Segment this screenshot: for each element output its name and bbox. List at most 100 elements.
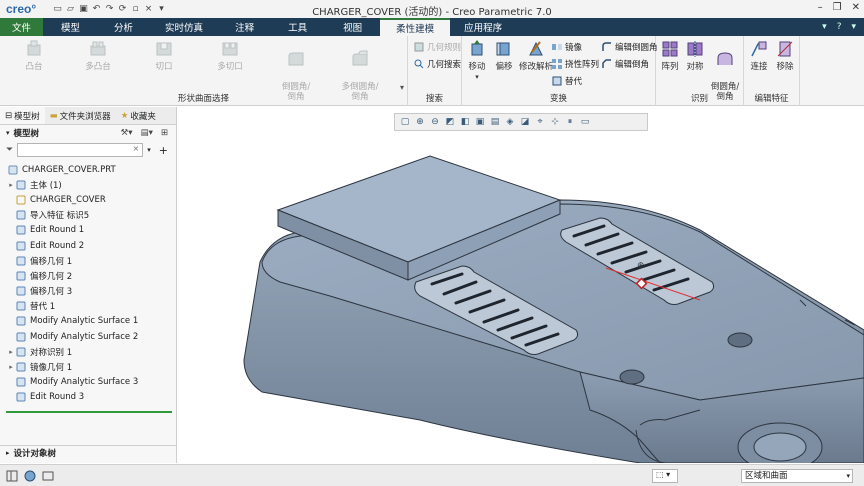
remove-button[interactable]: 移除 — [772, 40, 798, 72]
tree-item[interactable]: Modify Analytic Surface 1 — [0, 314, 176, 329]
tree-item[interactable]: Modify Analytic Surface 2 — [0, 329, 176, 344]
modify-analytic-button[interactable]: 修改解析 — [516, 40, 556, 72]
multi-boss-icon — [89, 40, 107, 58]
tree-item[interactable]: CHARGER_COVER.PRT — [0, 162, 176, 177]
redo-icon[interactable]: ↷ — [104, 4, 115, 15]
tree-item[interactable]: ▸ 镜像几何 1 — [0, 359, 176, 374]
move-icon — [468, 40, 486, 58]
regenerate-icon[interactable]: ⟳ — [117, 4, 128, 15]
shape-surface-selection-group: 凸台 多凸台 切口 多切口 倒圆角/ 倒角 多倒圆角/ 倒角 形状曲面选择 ▾ — [0, 36, 408, 106]
tab-view[interactable]: 视图 — [325, 18, 380, 36]
tab-flexible-modeling[interactable]: 柔性建模 — [380, 18, 451, 36]
tree-item[interactable]: ▸ 对称识别 1 — [0, 344, 176, 359]
tab-annotate[interactable]: 注释 — [219, 18, 270, 36]
close-icon[interactable]: ✕ — [852, 2, 860, 13]
geometry-search-button[interactable]: 几何搜索 — [414, 57, 461, 70]
move-button[interactable]: 移动 ▾ — [462, 40, 492, 82]
design-object-tree[interactable]: ▸ 设计对象树 — [0, 445, 177, 459]
pattern-recognition-button[interactable]: 阵列 — [656, 40, 684, 72]
mirror-button[interactable]: 镜像 — [552, 40, 582, 53]
navigator-toggle-icon[interactable] — [6, 470, 18, 482]
multi-cut-button[interactable]: 多切口 — [210, 40, 250, 72]
cut-button[interactable]: 切口 — [144, 40, 184, 72]
expand-arrow-icon[interactable]: ▸ — [6, 181, 16, 189]
pattern-recognition-icon — [661, 40, 679, 58]
tab-model-tree[interactable]: ⊟ 模型树 — [0, 107, 45, 124]
selection-filter[interactable]: 区域和曲面 ▾ — [741, 469, 853, 483]
feature-icon — [16, 210, 26, 220]
help-icon[interactable]: ? — [837, 22, 842, 32]
geometry-rule-button[interactable]: 几何规则 — [414, 40, 461, 53]
feature-icon — [16, 195, 26, 205]
tree-item[interactable]: Modify Analytic Surface 3 — [0, 375, 176, 390]
tree-columns-icon[interactable]: ⊞ — [161, 128, 168, 138]
tree-item[interactable]: CHARGER_COVER — [0, 192, 176, 207]
tree-item[interactable]: 偏移几何 1 — [0, 253, 176, 268]
edit-chamfer-button[interactable]: 编辑倒角 — [602, 57, 649, 70]
feature-icon — [16, 347, 26, 357]
tree-item[interactable]: 导入特征 标识5 — [0, 208, 176, 223]
remove-icon — [776, 40, 794, 58]
insert-indicator[interactable] — [6, 411, 172, 413]
recognize-group: 阵列 对称 倒圆角/ 倒角 识别 — [656, 36, 744, 106]
boss-button[interactable]: 凸台 — [14, 40, 54, 72]
settings-icon[interactable]: ▾ — [851, 22, 856, 32]
tree-settings-icon[interactable]: ⚒▾ — [121, 128, 133, 138]
collapse-icon[interactable]: ▾ — [6, 129, 10, 137]
symmetry-recognition-button[interactable]: 对称 — [682, 40, 708, 72]
edit-round-button[interactable]: 编辑倒圆角 — [602, 40, 658, 53]
flexible-pattern-button[interactable]: 挠性阵列 — [552, 57, 599, 70]
clear-icon[interactable]: × — [133, 144, 140, 153]
open-folder-icon[interactable]: ▱ — [65, 4, 76, 15]
tab-favorites[interactable]: ★ 收藏夹 — [116, 107, 161, 124]
tab-applications[interactable]: 应用程序 — [450, 18, 516, 36]
substitute-button[interactable]: 替代 — [552, 74, 582, 87]
feature-icon — [16, 316, 26, 326]
close-window-icon[interactable]: × — [143, 4, 154, 15]
add-icon[interactable]: + — [159, 144, 168, 157]
feature-icon — [16, 241, 26, 251]
tree-item[interactable]: Edit Round 1 — [0, 223, 176, 238]
tab-model[interactable]: 模型 — [43, 18, 98, 36]
edit-round-icon — [602, 41, 612, 52]
filter-dropdown-icon[interactable]: ▾ — [147, 146, 151, 154]
tree-item[interactable]: 替代 1 — [0, 299, 176, 314]
dropdown-icon[interactable]: ▾ — [822, 22, 827, 32]
graphics-window[interactable]: ▢ ⊕ ⊖ ◩ ◧ ▣ ▤ ◈ ◪ ⌖ ⊹ ⏸ ▭ ⊕ — [178, 107, 864, 463]
offset-button[interactable]: 偏移 — [490, 40, 518, 72]
navigator-panel: ⊟ 模型树 ▬ 文件夹浏览器 ★ 收藏夹 ▾ 模型树 ⚒▾ ▤▾ ⊞ ⏷ × ▾… — [0, 107, 177, 463]
tab-live-simulation[interactable]: 实时仿真 — [149, 18, 219, 36]
browser-toggle-icon[interactable] — [24, 470, 36, 482]
expand-arrow-icon[interactable]: ▸ — [6, 363, 16, 371]
tree-item[interactable]: 偏移几何 3 — [0, 284, 176, 299]
save-icon[interactable]: ▣ — [78, 4, 89, 15]
part-model[interactable]: ⊕ — [178, 107, 864, 463]
search-group-label: 搜索 — [425, 94, 443, 104]
filter-icon[interactable]: ⏷ — [6, 145, 13, 155]
window-icon[interactable]: ▫ — [130, 4, 141, 15]
tree-search-input[interactable]: × — [17, 143, 144, 157]
full-screen-icon[interactable] — [42, 470, 54, 482]
tab-tools[interactable]: 工具 — [270, 18, 325, 36]
tab-folder-browser[interactable]: ▬ 文件夹浏览器 — [45, 107, 116, 124]
tab-file[interactable]: 文件 — [0, 18, 44, 36]
tab-analysis[interactable]: 分析 — [98, 18, 149, 36]
tree-item-label: 偏移几何 2 — [30, 271, 73, 282]
attach-button[interactable]: 连接 — [746, 40, 772, 72]
tree-item[interactable]: 偏移几何 2 — [0, 268, 176, 283]
tree-item[interactable]: Edit Round 2 — [0, 238, 176, 253]
customize-dropdown-icon[interactable]: ▾ — [156, 4, 167, 15]
selection-mode-dropdown[interactable]: ⬚ ▾ — [652, 469, 678, 483]
show-icon[interactable]: ▤▾ — [141, 128, 153, 138]
expand-arrow-icon[interactable]: ▸ — [6, 348, 16, 356]
restore-icon[interactable]: ❐ — [833, 2, 842, 13]
undo-icon[interactable]: ↶ — [91, 4, 102, 15]
tree-item[interactable]: ▸ 主体 (1) — [0, 177, 176, 192]
tree-item[interactable]: Edit Round 3 — [0, 390, 176, 405]
new-file-icon[interactable]: ▭ — [52, 4, 63, 15]
group-expand-icon[interactable]: ▾ — [400, 83, 404, 92]
move-dropdown-icon[interactable]: ▾ — [462, 72, 492, 82]
folder-icon: ▬ — [49, 110, 58, 121]
multi-boss-button[interactable]: 多凸台 — [78, 40, 118, 72]
minimize-icon[interactable]: – — [818, 2, 823, 13]
